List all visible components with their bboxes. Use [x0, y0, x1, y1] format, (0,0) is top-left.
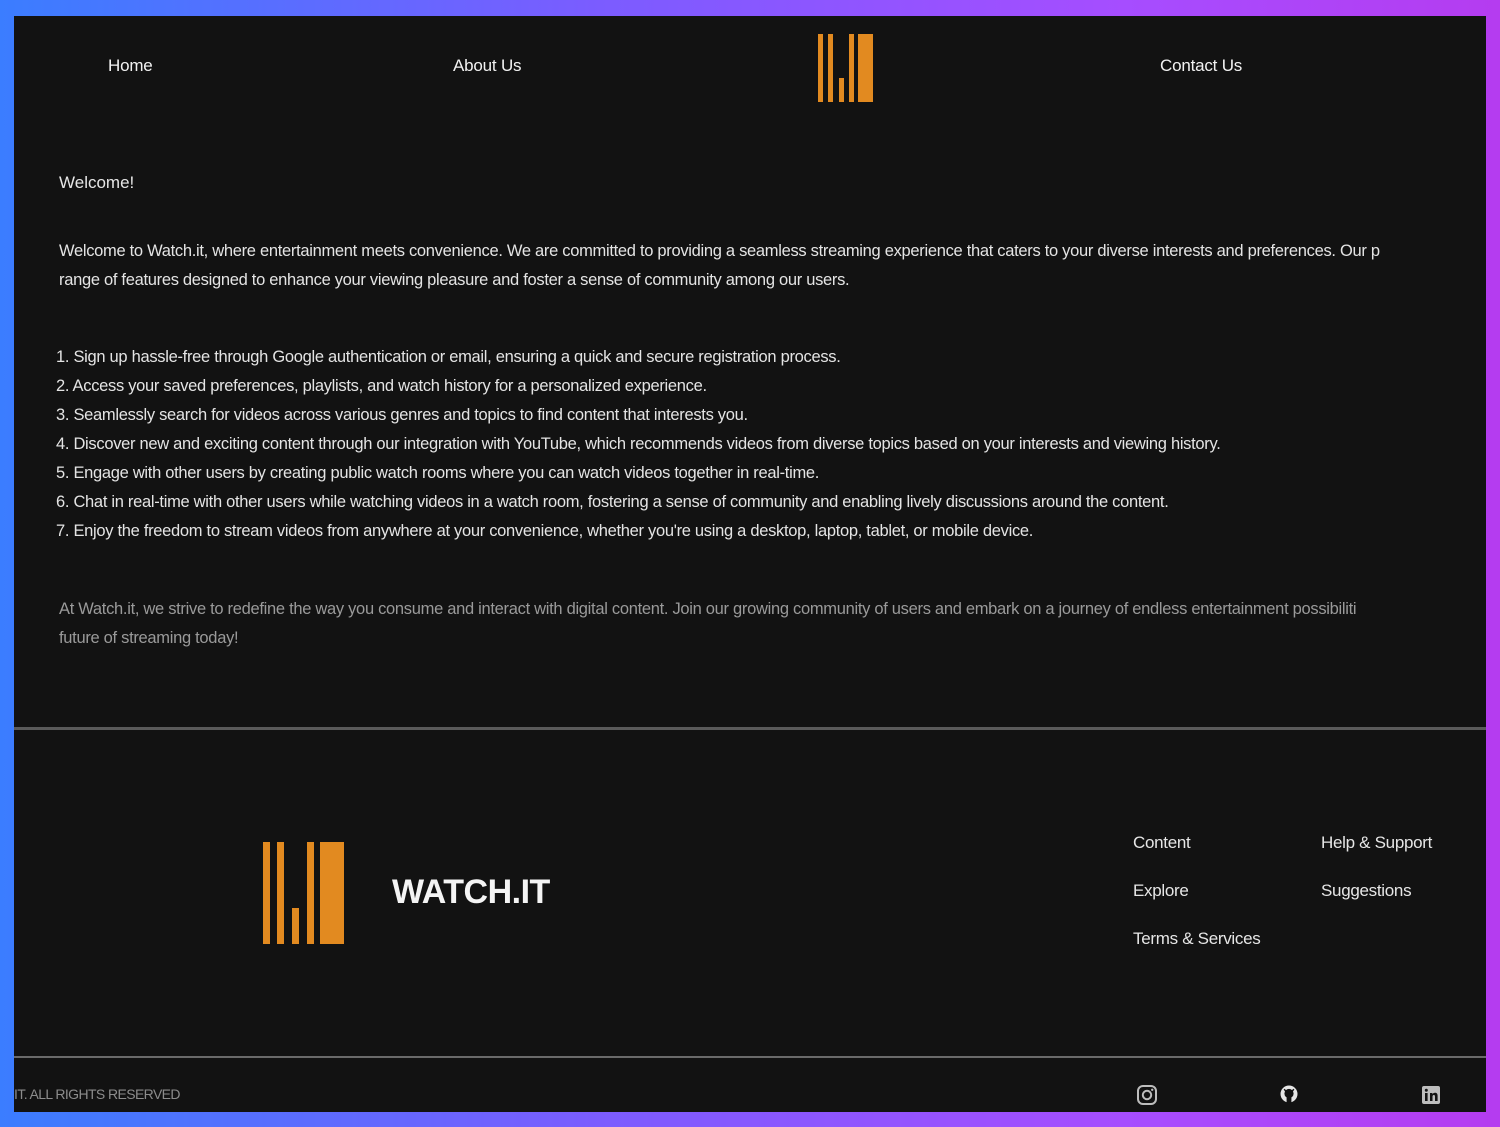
- logo-icon[interactable]: [816, 34, 876, 102]
- intro-paragraph: Welcome to Watch.it, where entertainment…: [59, 237, 1486, 295]
- github-icon[interactable]: [1278, 1084, 1300, 1106]
- footer-link-terms[interactable]: Terms & Services: [1133, 929, 1261, 949]
- footer-link-content[interactable]: Content: [1133, 833, 1191, 853]
- linkedin-icon[interactable]: [1420, 1084, 1442, 1106]
- features-list: 1. Sign up hassle-free through Google au…: [56, 343, 1456, 546]
- footer-logo-icon[interactable]: [262, 842, 346, 944]
- closing-paragraph: At Watch.it, we strive to redefine the w…: [59, 595, 1486, 653]
- nav-home-link[interactable]: Home: [108, 56, 153, 76]
- feature-item: 1. Sign up hassle-free through Google au…: [56, 348, 841, 366]
- copyright-text: IT. ALL RIGHTS RESERVED: [14, 1086, 181, 1102]
- footer-divider: [14, 727, 1486, 730]
- feature-item: 4. Discover new and exciting content thr…: [56, 435, 1221, 453]
- intro-line-2: range of features designed to enhance yo…: [59, 271, 850, 289]
- feature-item: 5. Engage with other users by creating p…: [56, 464, 820, 482]
- footer-link-help[interactable]: Help & Support: [1321, 833, 1432, 853]
- feature-item: 3. Seamlessly search for videos across v…: [56, 406, 748, 424]
- intro-line-1: Welcome to Watch.it, where entertainment…: [59, 242, 1380, 260]
- nav-contact-link[interactable]: Contact Us: [1160, 56, 1242, 76]
- footer-link-explore[interactable]: Explore: [1133, 881, 1189, 901]
- bottom-divider: [14, 1056, 1486, 1058]
- footer-brand-name: WATCH.IT: [392, 873, 550, 911]
- feature-item: 7. Enjoy the freedom to stream videos fr…: [56, 522, 1034, 540]
- feature-item: 2. Access your saved preferences, playli…: [56, 377, 707, 395]
- instagram-icon[interactable]: [1136, 1084, 1158, 1106]
- page: Home About Us Contact Us Welcome! Welcom…: [14, 16, 1486, 1112]
- nav-about-link[interactable]: About Us: [453, 56, 522, 76]
- closing-line-2: future of streaming today!: [59, 629, 239, 647]
- footer-link-suggestions[interactable]: Suggestions: [1321, 881, 1412, 901]
- closing-line-1: At Watch.it, we strive to redefine the w…: [59, 600, 1357, 618]
- feature-item: 6. Chat in real-time with other users wh…: [56, 493, 1169, 511]
- welcome-heading: Welcome!: [59, 173, 135, 192]
